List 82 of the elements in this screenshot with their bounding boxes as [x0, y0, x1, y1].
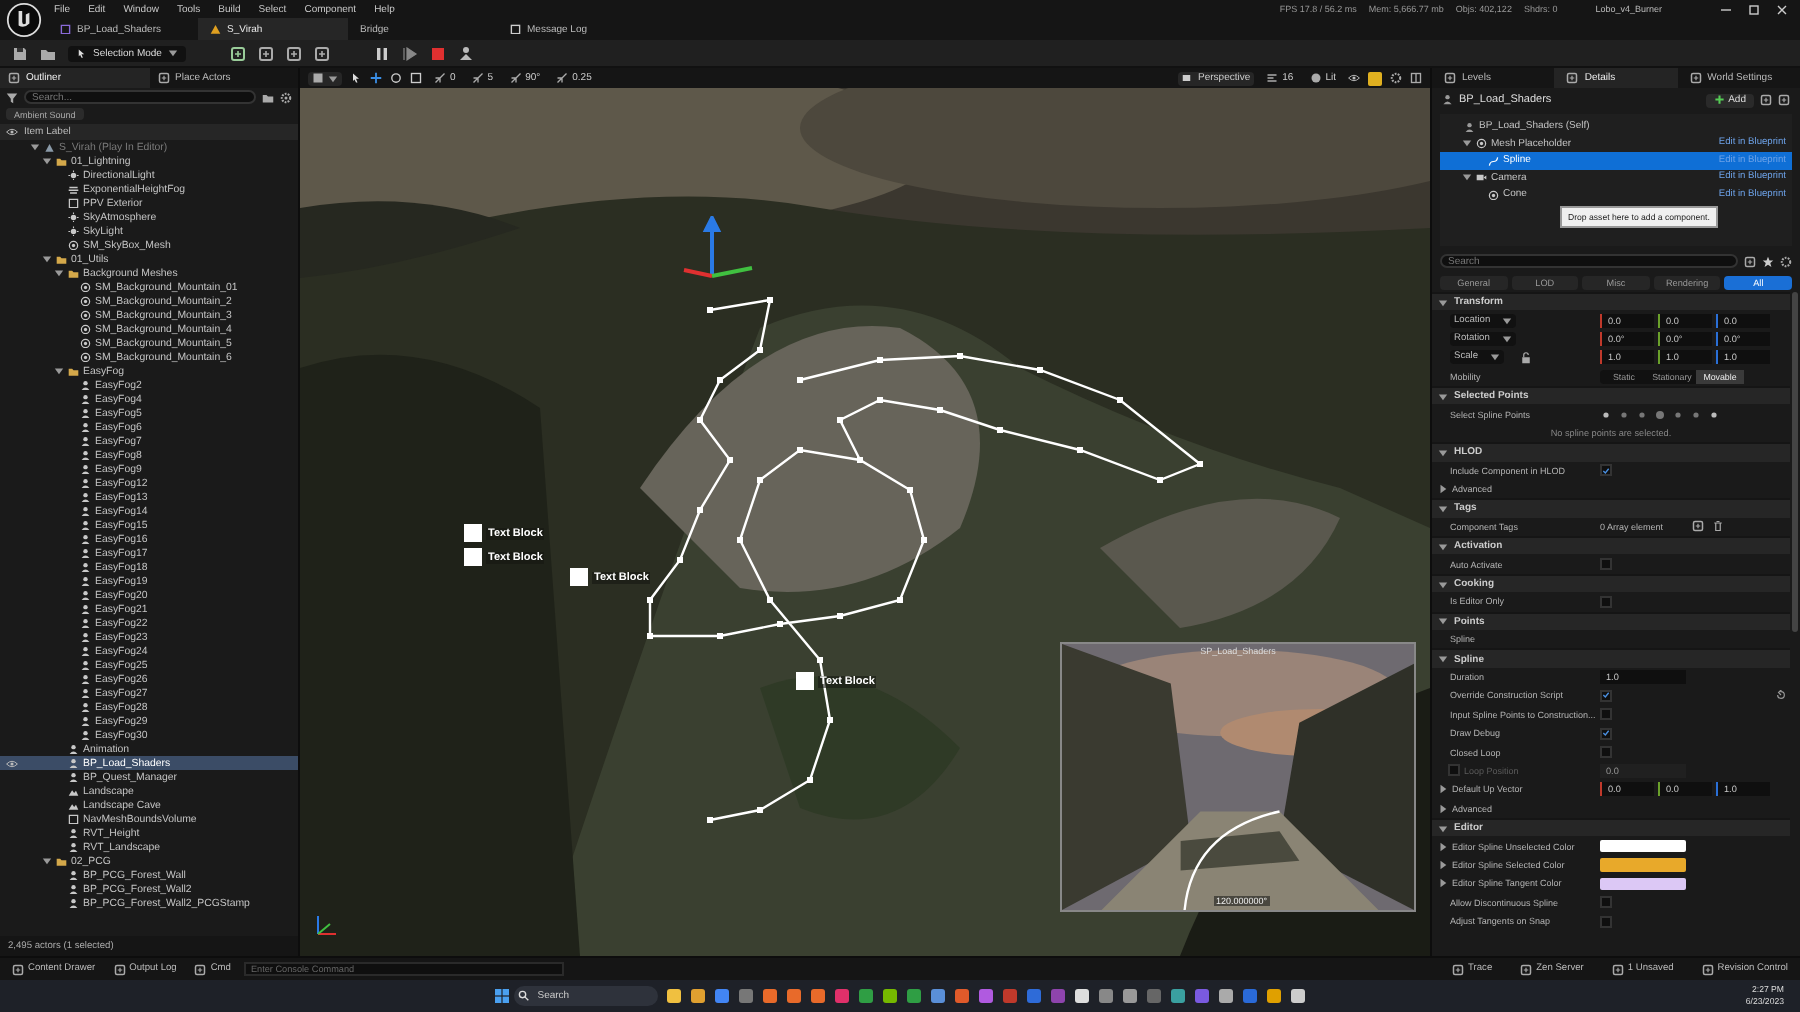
caret-icon[interactable] — [1438, 579, 1448, 590]
caret-icon[interactable] — [1438, 484, 1448, 495]
caret-icon[interactable] — [1438, 784, 1448, 795]
caret-icon[interactable] — [1438, 616, 1448, 627]
caret-icon[interactable] — [54, 268, 64, 278]
camera-icon — [1476, 172, 1487, 183]
plus-icon — [1713, 94, 1725, 106]
color-swatch[interactable] — [1600, 877, 1686, 891]
cursor-icon — [76, 47, 87, 59]
select-icon[interactable] — [350, 72, 362, 84]
color-swatch[interactable] — [1600, 858, 1686, 872]
warning-icon — [210, 23, 221, 35]
caret-icon[interactable] — [1462, 138, 1472, 149]
show-icon[interactable] — [1348, 72, 1360, 84]
save-icon[interactable] — [12, 45, 28, 61]
browse-icon[interactable] — [40, 45, 56, 61]
folder-icon — [68, 365, 79, 377]
caret-icon[interactable] — [328, 73, 338, 83]
actor-icon — [1464, 121, 1475, 132]
fog-icon — [68, 183, 79, 195]
add-icon[interactable] — [1692, 520, 1704, 533]
logo-icon[interactable] — [6, 2, 42, 38]
checkbox[interactable] — [1600, 464, 1612, 477]
caret-icon[interactable] — [1438, 503, 1448, 514]
start-icon[interactable] — [494, 988, 511, 1004]
caret-icon[interactable] — [42, 856, 52, 866]
checkbox[interactable] — [1600, 558, 1612, 571]
caret-icon[interactable] — [1438, 391, 1448, 402]
settings-icon[interactable] — [1390, 72, 1402, 84]
checkbox[interactable] — [1600, 708, 1612, 721]
actor-icon — [1442, 94, 1453, 106]
eye-icon[interactable] — [6, 126, 18, 138]
light-icon — [68, 169, 79, 181]
stop-icon[interactable] — [429, 45, 446, 61]
sphere-icon — [1309, 72, 1322, 84]
pause-icon[interactable] — [373, 45, 390, 61]
caret-icon[interactable] — [1438, 541, 1448, 552]
snap-icon — [509, 72, 522, 84]
layout-icon[interactable] — [1410, 72, 1422, 84]
caret-icon[interactable] — [167, 48, 178, 58]
checkbox[interactable] — [1600, 727, 1612, 740]
add-actor-icon[interactable] — [229, 45, 246, 61]
caret-icon[interactable] — [1438, 447, 1448, 458]
checkbox[interactable] — [1600, 689, 1612, 702]
rotate-icon[interactable] — [390, 72, 402, 84]
camera-icon — [1182, 72, 1195, 84]
maximize-icon[interactable] — [1748, 3, 1760, 15]
lock-icon[interactable] — [1520, 351, 1532, 364]
close-icon[interactable] — [1776, 3, 1788, 15]
mesh-icon — [1476, 138, 1487, 149]
caret-icon[interactable] — [42, 254, 52, 264]
eye-icon[interactable] — [5, 759, 17, 767]
checkbox[interactable] — [1600, 746, 1612, 759]
scale-icon[interactable] — [410, 72, 422, 84]
caret-icon[interactable] — [1438, 823, 1448, 834]
caret-icon[interactable] — [1438, 654, 1448, 665]
caret-icon[interactable] — [1462, 172, 1472, 183]
delete-icon[interactable] — [1712, 520, 1724, 533]
mesh-icon — [1488, 189, 1499, 200]
snap-icon — [434, 72, 446, 84]
settings-icon[interactable] — [1780, 255, 1792, 267]
spline-icon — [1488, 155, 1499, 166]
step-icon[interactable] — [401, 45, 418, 61]
mesh-icon — [68, 239, 79, 251]
minimize-icon[interactable] — [1720, 3, 1732, 15]
color-swatch[interactable] — [1600, 839, 1686, 853]
caret-icon[interactable] — [1438, 297, 1448, 308]
snap-icon — [556, 72, 569, 84]
star-icon[interactable] — [1762, 255, 1774, 267]
viewport-menu-button[interactable] — [308, 71, 342, 85]
folder-icon — [56, 855, 67, 867]
reset-icon[interactable] — [1776, 690, 1786, 701]
caret-icon[interactable] — [54, 366, 64, 376]
checkbox[interactable] — [1600, 896, 1612, 909]
caret-icon[interactable] — [1438, 803, 1448, 814]
checkbox[interactable] — [1600, 595, 1612, 608]
move-icon[interactable] — [370, 72, 382, 84]
caret-icon[interactable] — [42, 156, 52, 166]
settings-icon[interactable] — [280, 91, 292, 103]
checkbox[interactable] — [1600, 915, 1612, 928]
snap-icon — [471, 72, 484, 84]
folder-icon — [56, 155, 67, 167]
